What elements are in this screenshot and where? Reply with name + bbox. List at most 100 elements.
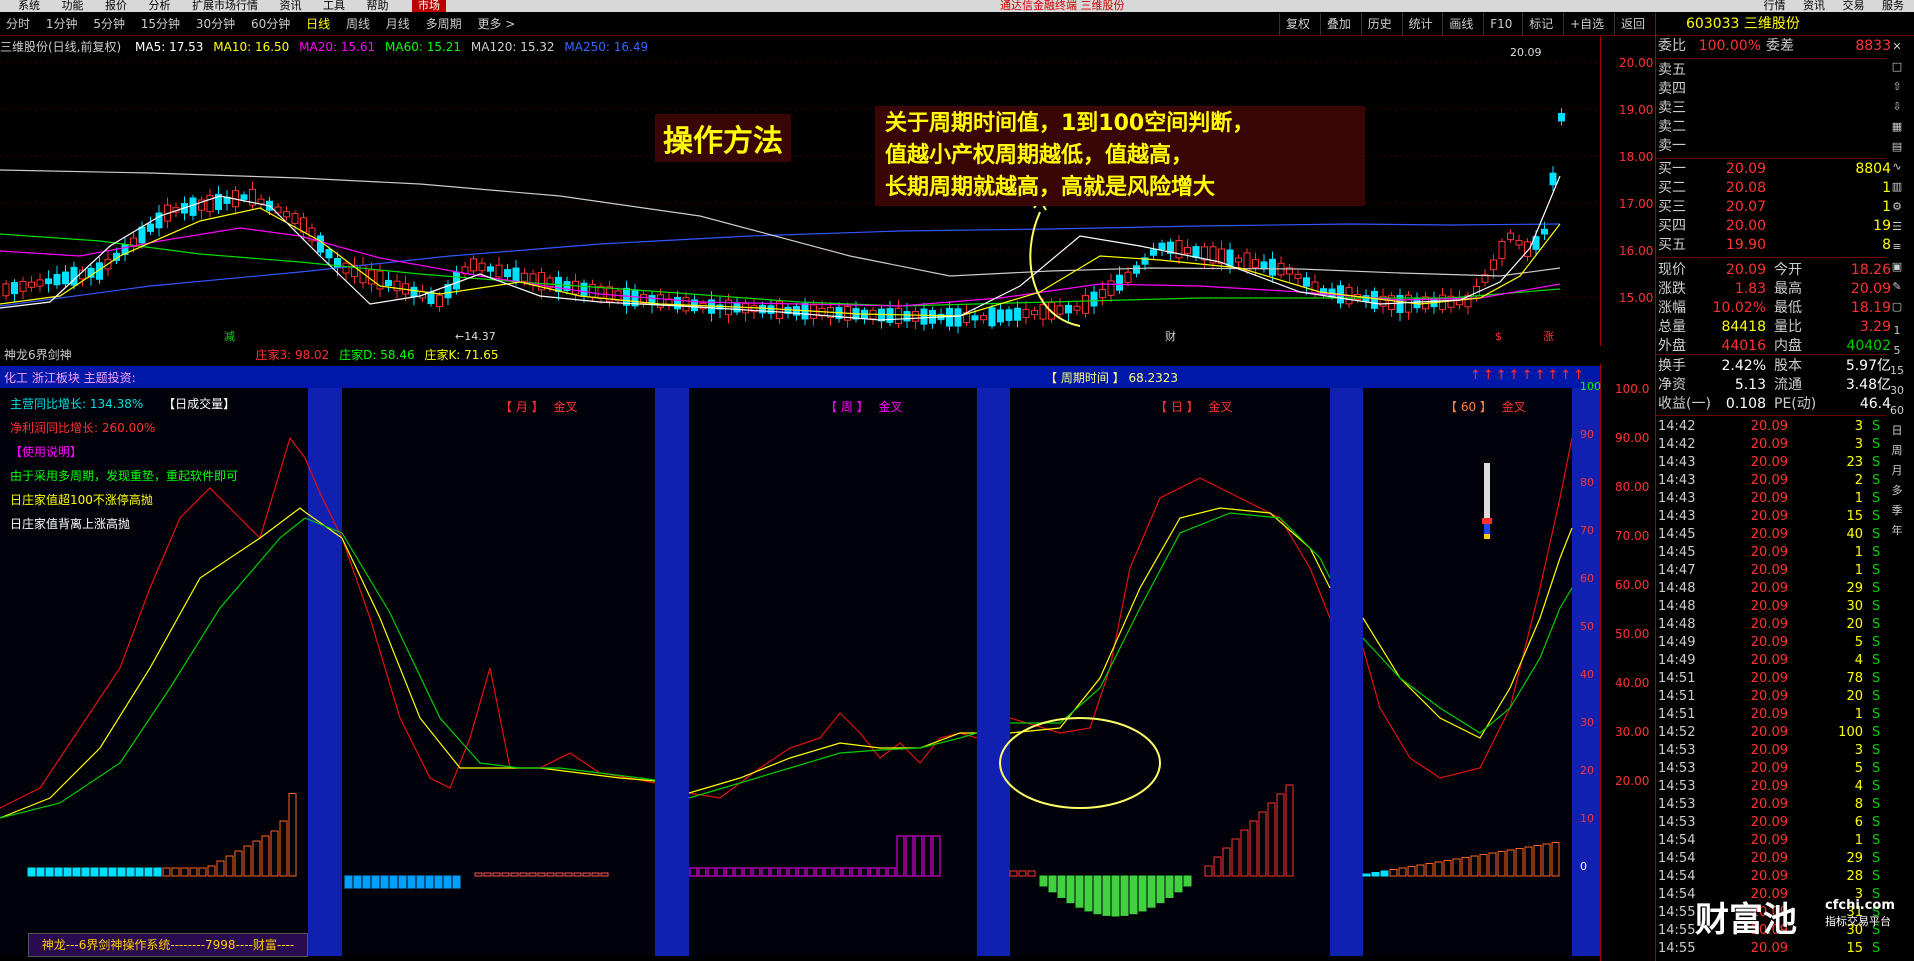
tick-side: S xyxy=(1872,545,1881,560)
side-period-3[interactable]: 30 xyxy=(1888,382,1906,400)
volume-bar xyxy=(1183,875,1192,887)
side-period-0[interactable]: 1 xyxy=(1888,322,1906,340)
side-period-6[interactable]: 周 xyxy=(1888,442,1906,460)
stat-label2: 量比 xyxy=(1774,319,1802,335)
side-period-5[interactable]: 日 xyxy=(1888,422,1906,440)
menu-right-news[interactable]: 资讯 xyxy=(1803,0,1825,12)
side-icon-line[interactable]: ∿ xyxy=(1888,158,1906,176)
period-fenshi[interactable]: 分时 xyxy=(0,13,36,35)
section-cross-month: 金叉 xyxy=(553,400,578,414)
period-15min[interactable]: 15分钟 xyxy=(135,13,186,35)
market-tab[interactable]: 市场 xyxy=(412,0,446,12)
tick-price: 20.09 xyxy=(1750,437,1788,452)
side-icon-gear[interactable]: ⚙ xyxy=(1888,198,1906,216)
draw-line-button[interactable]: 画线 xyxy=(1442,13,1479,35)
volume-bar xyxy=(234,850,243,877)
side-icon-pen[interactable]: ✎ xyxy=(1888,278,1906,296)
sell2-label: 卖二 xyxy=(1658,119,1686,135)
menu-analysis[interactable]: 分析 xyxy=(149,0,171,12)
volume-bar xyxy=(474,872,483,877)
tick-time: 14:53 xyxy=(1658,779,1696,794)
side-icon-grid[interactable]: ▦ xyxy=(1888,118,1906,136)
buy2-label: 买二 xyxy=(1658,180,1686,196)
period-1min[interactable]: 1分钟 xyxy=(40,13,84,35)
candle-body xyxy=(189,197,197,216)
tick-row: 14:42 20.09 3 S xyxy=(1658,436,1888,454)
buy2-price: 20.08 xyxy=(1725,180,1766,196)
fund-value2: 5.97亿 xyxy=(1845,358,1891,374)
period-daily[interactable]: 日线 xyxy=(300,13,336,35)
menu-right-service[interactable]: 服务 xyxy=(1882,0,1904,12)
cycle-time-label: 【 周期时间 】 68.2323 xyxy=(1045,371,1179,385)
side-icon-chart[interactable]: ▤ xyxy=(1888,138,1906,156)
add-watchlist-button[interactable]: +自选 xyxy=(1563,13,1610,35)
menu-function[interactable]: 功能 xyxy=(62,0,84,12)
tick-volume: 1 xyxy=(1854,707,1863,722)
tick-time: 14:49 xyxy=(1658,635,1696,650)
buy1-label: 买一 xyxy=(1658,161,1686,177)
side-period-8[interactable]: 多 xyxy=(1888,482,1906,500)
tick-price: 20.09 xyxy=(1750,581,1788,596)
candle-body xyxy=(1022,308,1030,319)
menu-quote[interactable]: 报价 xyxy=(105,0,127,12)
volume-bar xyxy=(537,872,546,877)
stat-label2: 今开 xyxy=(1774,262,1802,278)
tick-price: 20.09 xyxy=(1750,527,1788,542)
watermark-tag: 指标交易平台 xyxy=(1825,915,1891,928)
tick-row: 14:43 20.09 2 S xyxy=(1658,472,1888,490)
side-period-7[interactable]: 月 xyxy=(1888,462,1906,480)
overlay-button[interactable]: 叠加 xyxy=(1319,13,1357,35)
period-30min[interactable]: 30分钟 xyxy=(190,13,241,35)
side-icon-list2[interactable]: ≡ xyxy=(1888,238,1906,256)
period-multi[interactable]: 多周期 xyxy=(420,13,468,35)
menu-system[interactable]: 系统 xyxy=(18,0,40,12)
volume-bar xyxy=(1174,875,1183,893)
weibi-row: 委比 100.00% 委差 8833 xyxy=(1656,37,1891,56)
side-period-10[interactable]: 年 xyxy=(1888,522,1906,540)
volume-bar xyxy=(144,867,153,877)
menu-tools[interactable]: 工具 xyxy=(323,0,345,12)
tick-time: 14:54 xyxy=(1658,887,1696,902)
history-button[interactable]: 历史 xyxy=(1360,13,1398,35)
tick-side: S xyxy=(1872,797,1881,812)
volume-bar xyxy=(1111,875,1120,917)
side-icon-doc[interactable]: ▢ xyxy=(1888,298,1906,316)
period-more[interactable]: 更多 > xyxy=(471,13,521,35)
period-5min[interactable]: 5分钟 xyxy=(87,13,131,35)
tick-price: 20.09 xyxy=(1750,509,1788,524)
menu-extended-market[interactable]: 扩展市场行情 xyxy=(192,0,258,12)
candle-body xyxy=(300,217,307,233)
volume-bar xyxy=(501,872,510,877)
menu-right-quotes[interactable]: 行情 xyxy=(1764,0,1786,12)
side-icon-arrow-down[interactable]: ⇩ xyxy=(1888,98,1906,116)
tick-row: 14:47 20.09 1 S xyxy=(1658,562,1888,580)
side-icon-box[interactable]: ▣ xyxy=(1888,258,1906,276)
fuquan-button[interactable]: 复权 xyxy=(1279,13,1316,35)
period-monthly[interactable]: 月线 xyxy=(380,13,416,35)
candle-body xyxy=(1192,246,1200,258)
mark-button[interactable]: 标记 xyxy=(1522,13,1559,35)
candle-body xyxy=(1124,271,1132,283)
side-icon-bars[interactable]: ▥ xyxy=(1888,178,1906,196)
back-button[interactable]: 返回 xyxy=(1613,13,1651,35)
stats-button[interactable]: 统计 xyxy=(1401,13,1439,35)
menu-help[interactable]: 帮助 xyxy=(367,0,389,12)
side-period-1[interactable]: 5 xyxy=(1888,342,1906,360)
period-60min[interactable]: 60分钟 xyxy=(245,13,296,35)
side-period-4[interactable]: 60 xyxy=(1888,402,1906,420)
stock-code-name[interactable]: 603033 三维股份 xyxy=(1656,13,1914,36)
side-period-2[interactable]: 15 xyxy=(1888,362,1906,380)
period-weekly[interactable]: 周线 xyxy=(340,13,376,35)
indicator-text: 主营同比增长: 134.38% 【日成交量】 净利润同比增长: 260.00% … xyxy=(10,392,238,536)
side-period-9[interactable]: 季 xyxy=(1888,502,1906,520)
side-icon-square[interactable]: □ xyxy=(1888,58,1906,76)
indicator-name[interactable]: 神龙6界剑神 xyxy=(4,348,72,362)
tick-volume: 3 xyxy=(1854,437,1863,452)
f10-button[interactable]: F10 xyxy=(1483,13,1518,35)
side-icon-arrow-up[interactable]: ⇧ xyxy=(1888,78,1906,96)
volume-bar xyxy=(1156,875,1165,904)
side-icon-list[interactable]: ☰ xyxy=(1888,218,1906,236)
menu-right-trade[interactable]: 交易 xyxy=(1843,0,1865,12)
menu-news[interactable]: 资讯 xyxy=(280,0,302,12)
side-icon-x[interactable]: ✕ xyxy=(1888,38,1906,56)
